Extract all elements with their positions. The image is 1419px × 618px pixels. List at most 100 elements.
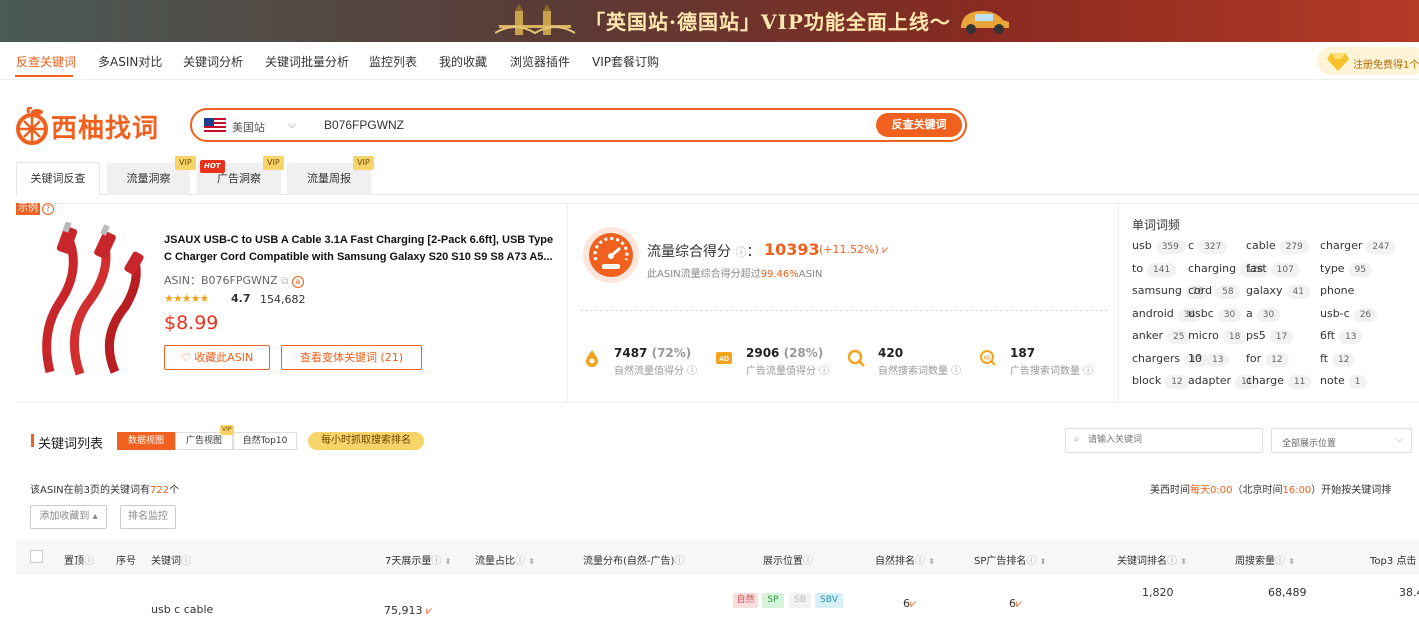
word-frequency-item[interactable]: to 141 — [1132, 261, 1177, 277]
svg-text:AD: AD — [719, 356, 729, 363]
word-count: 12 — [1332, 352, 1356, 367]
nav-monitor-list[interactable]: 监控列表 — [369, 53, 417, 70]
word-count: 1 — [1348, 375, 1367, 389]
col-keyword-rank[interactable]: 关键词排名ⓘ ⬍ — [1117, 552, 1187, 567]
nav-keyword-analysis[interactable]: 关键词分析 — [183, 53, 243, 70]
variant-keywords-button[interactable]: 查看变体关键词 (21) — [281, 345, 422, 370]
word-count: 141 — [1147, 262, 1177, 277]
word-frequency-item[interactable]: ft 12 — [1320, 352, 1356, 367]
favorite-asin-button[interactable]: ♡ 收藏此ASIN — [164, 345, 270, 370]
word-frequency-item[interactable]: 6ft 13 — [1320, 329, 1363, 344]
copy-icon[interactable]: ⧉ — [281, 276, 288, 287]
word-count: 25 — [1166, 330, 1191, 344]
chevron-down-icon[interactable]: ⌵ — [288, 118, 296, 132]
word-frequency-item[interactable]: anker 25 — [1132, 329, 1191, 344]
word-frequency-item[interactable]: usb-c 26 — [1320, 307, 1378, 322]
col-natural-rank[interactable]: 自然排名ⓘ ⬍ — [875, 552, 935, 567]
word-count: 279 — [1279, 240, 1309, 254]
word-text: cable — [1246, 239, 1276, 252]
tab-traffic-weekly[interactable]: 流量周报 VIP — [287, 156, 374, 195]
col-sp-rank[interactable]: SP广告排名ⓘ ⬍ — [974, 552, 1046, 567]
tab-ad-insight[interactable]: 广告洞察 HOT VIP — [197, 156, 284, 195]
rank-monitor-button[interactable]: 排名监控 — [120, 505, 176, 529]
product-image[interactable] — [30, 222, 150, 377]
site-select[interactable]: 美国站 — [232, 119, 265, 135]
word-frequency-item[interactable]: fast 107 — [1246, 262, 1300, 277]
metric-label: 广告流量值得分 ⓘ — [746, 366, 830, 377]
col-pin: 置顶ⓘ — [64, 556, 94, 567]
trend-chart-icon[interactable]: ⩗ — [426, 604, 432, 617]
tab-traffic-insight[interactable]: 流量洞察 VIP — [107, 156, 196, 195]
tower-bridge-icon — [495, 4, 575, 35]
placement-sb-tag: SB — [789, 593, 811, 608]
hourly-rank-button[interactable]: 每小时抓取搜索排名 — [308, 432, 424, 450]
word-frequency-item[interactable]: charger 247 — [1320, 239, 1396, 254]
header-label: 流量占比 — [475, 556, 515, 567]
nav-batch-analysis[interactable]: 关键词批量分析 — [265, 53, 349, 70]
col-impressions[interactable]: 7天展示量ⓘ ⬍ — [385, 552, 451, 567]
col-top3-click[interactable]: Top3 点击 — [1370, 552, 1416, 567]
word-frequency-item[interactable]: for 12 — [1246, 352, 1289, 367]
promo-banner[interactable]: 「英国站·德国站」VIP功能全面上线～ — [0, 0, 1419, 42]
product-title[interactable]: JSAUX USB-C to USB A Cable 3.1A Fast Cha… — [164, 232, 564, 266]
nav-browser-plugin[interactable]: 浏览器插件 — [510, 53, 570, 70]
trend-chart-icon[interactable]: ⩗ — [882, 243, 888, 256]
word-frequency-item[interactable]: galaxy 41 — [1246, 284, 1310, 299]
header-label: 流量分布(自然-广告) — [583, 556, 675, 567]
word-frequency-item[interactable]: usb 359 — [1132, 239, 1185, 254]
select-all-checkbox[interactable] — [30, 550, 43, 563]
word-count: 13 — [1206, 352, 1230, 367]
tab-label: 流量周报 — [307, 172, 351, 185]
help-icon[interactable]: ⓘ — [735, 246, 746, 259]
reverse-keyword-button[interactable]: 反查关键词 — [876, 113, 962, 137]
word-frequency-item[interactable]: ps5 17 — [1246, 329, 1294, 344]
register-promo[interactable]: 注册免费得1个 — [1317, 47, 1419, 75]
position-select[interactable]: 全部展示位置 ⌵ — [1271, 428, 1412, 453]
word-frequency-item[interactable]: phone — [1320, 284, 1354, 297]
natural-search-terms: 420 — [878, 346, 903, 360]
word-count: 13 — [1339, 330, 1363, 344]
asin-search-input[interactable] — [324, 118, 824, 132]
word-text: to — [1132, 261, 1144, 275]
view-data-tab[interactable]: 数据视图 — [117, 432, 175, 450]
nav-reverse-keyword[interactable]: 反查关键词 — [16, 53, 76, 70]
vip-badge: VIP — [175, 156, 196, 170]
metric-label-text: 广告搜索词数量 — [1010, 366, 1080, 377]
word-frequency-item[interactable]: usbc 30 — [1188, 307, 1242, 322]
row-keyword[interactable]: usb c cable — [151, 603, 213, 616]
nav-multi-asin[interactable]: 多ASIN对比 — [98, 53, 162, 70]
word-text: 6ft — [1320, 329, 1335, 342]
keyword-search-input[interactable] — [1088, 434, 1258, 444]
word-frequency-item[interactable]: cable 279 — [1246, 239, 1309, 254]
col-weekly-search[interactable]: 周搜索量ⓘ ⬍ — [1235, 552, 1295, 567]
cell-value: 6 — [903, 597, 910, 610]
metric-value: 2906 — [746, 346, 780, 360]
header-label: 展示位置 — [763, 556, 803, 567]
svg-text:AD: AD — [983, 356, 991, 362]
word-frequency-item[interactable]: block 12 — [1132, 374, 1189, 389]
word-frequency-item[interactable]: note 1 — [1320, 374, 1367, 389]
word-frequency-item[interactable]: a 30 — [1246, 307, 1281, 322]
count-prefix: 该ASIN在前3页的关键词有 — [30, 485, 150, 496]
header-label: 周搜索量 — [1235, 556, 1275, 567]
word-frequency-item[interactable]: c 327 — [1188, 239, 1228, 254]
nav-vip-order[interactable]: VIP套餐订购 — [592, 53, 659, 70]
amazon-link-icon[interactable]: a — [291, 276, 304, 288]
trend-chart-icon[interactable]: ⩗ — [910, 597, 916, 610]
help-icon[interactable]: ? — [42, 203, 54, 215]
diamond-icon — [1327, 53, 1349, 71]
col-traffic-distribution: 流量分布(自然-广告)ⓘ — [583, 556, 685, 567]
tab-keyword-reverse[interactable]: 关键词反查 — [16, 162, 100, 196]
view-ad-tab[interactable]: 广告视图 VIP — [175, 425, 234, 450]
view-natural-top10-tab[interactable]: 自然Top10 — [233, 432, 297, 450]
word-count: 327 — [1198, 240, 1228, 254]
add-to-favorites-button[interactable]: 添加收藏到 ▴ — [30, 505, 107, 529]
word-frequency-item[interactable]: charge 11 — [1246, 374, 1312, 389]
word-frequency-item[interactable]: 10 13 — [1188, 352, 1230, 367]
nav-favorites[interactable]: 我的收藏 — [439, 53, 487, 70]
word-frequency-item[interactable]: cord 58 — [1188, 284, 1240, 299]
col-traffic-share[interactable]: 流量占比ⓘ ⬍ — [475, 552, 535, 567]
trend-chart-icon[interactable]: ⩗ — [1016, 597, 1022, 610]
word-frequency-item[interactable]: micro 18 — [1188, 329, 1247, 344]
word-frequency-item[interactable]: type 95 — [1320, 262, 1373, 277]
